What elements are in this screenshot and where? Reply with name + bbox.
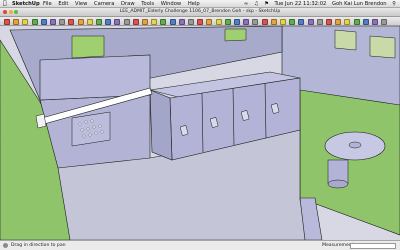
next-tool-icon[interactable] [234,18,240,25]
eraser-tool-icon[interactable] [13,18,20,25]
volume-icon[interactable]: ♫ [254,1,259,7]
info-icon [3,243,8,248]
menu-camera[interactable]: Camera [94,1,114,7]
pegboard-panel [71,111,111,147]
apple-menu-icon[interactable]:  [3,0,7,8]
dimension-tool-icon[interactable] [169,18,176,25]
rear-window-left [71,35,105,59]
orbit-tool-icon[interactable] [178,18,185,25]
iso-tool-icon[interactable] [280,18,286,25]
beam-end [35,113,47,129]
scale-tool-icon[interactable] [105,18,112,25]
window-title-bar: LEE_ADMIT_Elderly Challenge 1106_07_Bren… [0,8,400,17]
right-wall-window [334,29,357,51]
menu-bar:  SketchUp File Edit View Camera Draw To… [0,0,400,8]
close-window-icon[interactable] [3,10,7,14]
menu-status-area: ≈ ♫ ⚑ Tue Jun 22 11:32:02 Goh Kai Lun Br… [240,0,396,8]
hidden-line-tool-icon[interactable] [353,18,360,25]
left-tool-icon[interactable] [326,18,332,25]
move-tool-icon[interactable] [86,18,93,25]
front-tool-icon[interactable] [298,18,305,25]
look-around-tool-icon[interactable] [252,18,259,25]
top-tool-icon[interactable] [289,18,296,25]
follow-me-tool-icon[interactable] [123,18,130,25]
menu-help[interactable]: Help [188,1,200,7]
user-label[interactable]: Goh Kai Lun Brendon [332,1,387,7]
textured-tool-icon[interactable] [372,18,378,25]
zoom-tool-icon[interactable] [197,18,204,25]
locker-side [149,89,173,161]
spotlight-icon[interactable]: ⚲ [392,1,396,7]
previous-tool-icon[interactable] [224,18,231,25]
rear-window-right [224,28,247,42]
right-wall-window-2 [369,35,396,59]
window-title: LEE_ADMIT_Elderly Challenge 1106_07_Bren… [119,9,281,14]
model-viewport[interactable] [0,26,400,240]
table-knob [348,141,362,149]
arc-tool-icon[interactable] [40,18,47,25]
flag-icon[interactable]: ⚑ [264,1,269,7]
push-pull-tool-icon[interactable] [77,18,84,25]
menu-draw[interactable]: Draw [121,1,135,7]
measurements-input[interactable] [350,242,396,249]
menu-view[interactable]: View [75,1,87,7]
section-plane-tool-icon[interactable] [270,18,277,25]
wireframe-tool-icon[interactable] [344,18,351,25]
table-base [327,179,349,189]
wifi-icon[interactable]: ≈ [244,1,248,7]
app-menu[interactable]: SketchUp [12,0,40,8]
menu-items: File Edit View Camera Draw Tools Window … [43,0,205,8]
offset-tool-icon[interactable] [114,18,121,25]
status-bar: Drag in direction to pan Measurements [0,240,400,250]
menu-tools[interactable]: Tools [141,1,154,7]
monochrome-tool-icon[interactable] [381,18,388,25]
clock-label[interactable]: Tue Jun 22 11:32:02 [275,1,327,7]
zoom-window-icon[interactable] [14,10,18,14]
xray-tool-icon[interactable] [335,18,342,25]
menu-file[interactable]: File [43,1,52,7]
rectangle-tool-icon[interactable] [50,18,56,25]
circle-tool-icon[interactable] [59,18,66,25]
right-tool-icon[interactable] [307,18,314,25]
back-tool-icon[interactable] [316,18,323,25]
minimize-window-icon[interactable] [8,10,13,14]
text-tool-icon[interactable] [151,18,158,25]
protractor-tool-icon[interactable] [142,18,148,25]
walk-tool-icon[interactable] [243,18,250,25]
paint-bucket-tool-icon[interactable] [22,18,29,25]
scene-svg[interactable] [0,26,400,240]
menu-edit[interactable]: Edit [58,1,68,7]
axes-tool-icon[interactable] [160,18,167,25]
pan-tool-icon[interactable] [188,18,194,25]
polygon-tool-icon[interactable] [68,18,75,25]
select-tool-icon[interactable] [4,18,10,25]
rotate-tool-icon[interactable] [96,18,102,25]
line-tool-icon[interactable] [31,18,38,25]
status-hint: Drag in direction to pan [11,243,66,248]
toolbar [0,17,400,26]
zoom-window-tool-icon[interactable] [206,18,213,25]
tape-measure-tool-icon[interactable] [132,18,139,25]
menu-window[interactable]: Window [161,1,181,7]
zoom-extents-tool-icon[interactable] [215,18,222,25]
shaded-tool-icon[interactable] [362,18,369,25]
position-camera-tool-icon[interactable] [261,18,268,25]
